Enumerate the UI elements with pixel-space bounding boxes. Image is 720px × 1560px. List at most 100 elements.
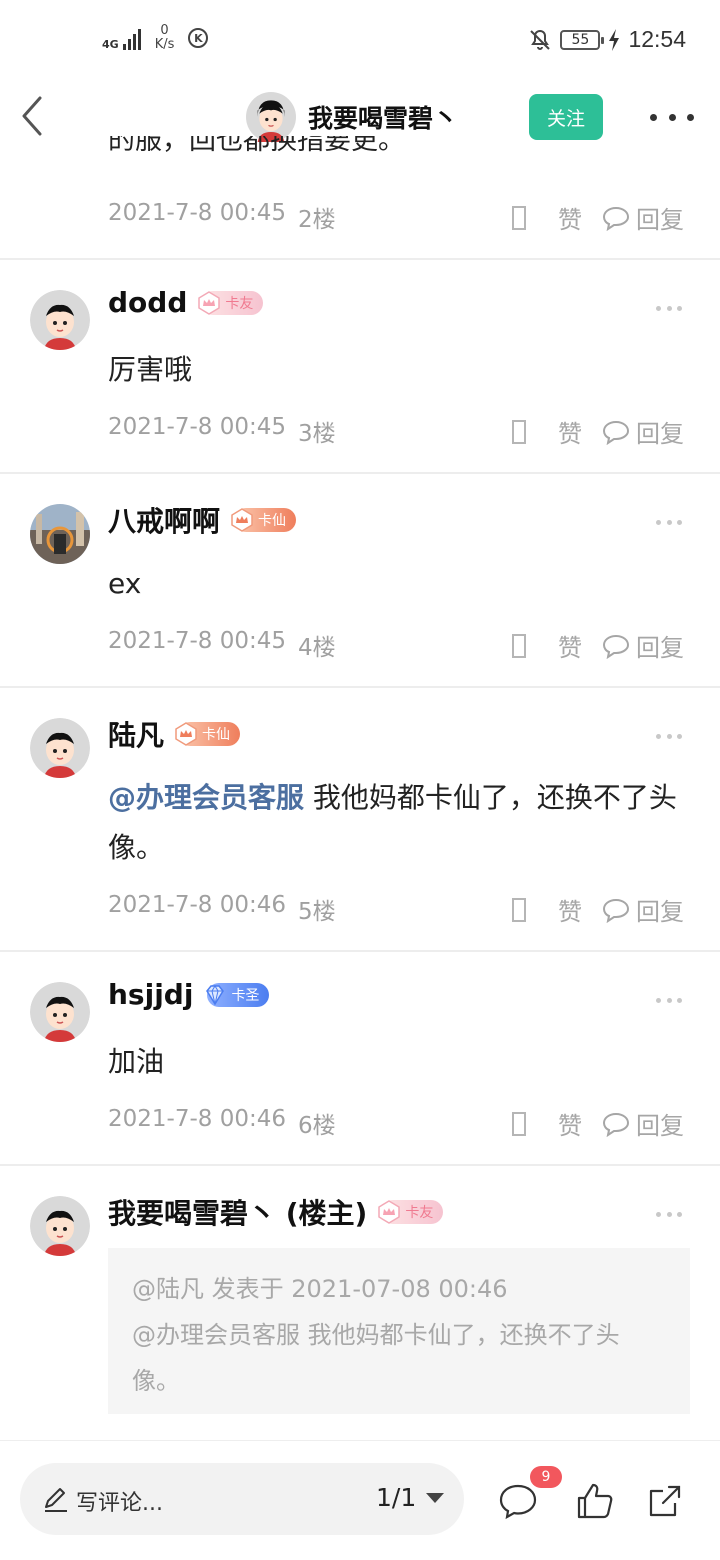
badge-label: 卡仙 <box>258 513 287 529</box>
comment-meta: 2021-7-8 00:45 3楼 <box>108 414 336 448</box>
status-left: 4G 0 K/s K <box>102 23 209 52</box>
like-button[interactable]: 赞 <box>558 414 582 449</box>
page-indicator: 1/1 <box>376 1483 417 1512</box>
comment-header: 陆凡 卡仙 <box>108 714 241 754</box>
mute-bell-icon <box>530 29 551 50</box>
comment-more-icon[interactable] <box>656 304 682 312</box>
diamond-icon <box>206 984 225 1005</box>
reply-button[interactable]: 回复 <box>636 892 684 927</box>
comment-date: 2021-7-8 00:45 <box>108 628 286 654</box>
status-right: 55 12:54 <box>528 26 686 53</box>
comment-body: 加油 <box>108 1045 165 1078</box>
reply-icon[interactable] <box>602 205 630 231</box>
comment-placeholder: 写评论... <box>76 1491 163 1516</box>
reply-icon[interactable] <box>602 633 630 659</box>
comment-header: hsjjdj 卡圣 <box>108 978 270 1011</box>
user-name[interactable]: hsjjdj <box>108 978 193 1011</box>
comment-more-icon[interactable] <box>656 1210 682 1218</box>
follow-button[interactable]: 关注 <box>529 94 603 140</box>
comment-date: 2021-7-8 00:46 <box>108 892 286 918</box>
comment-header: dodd 卡友 <box>108 286 264 319</box>
level-badge: 卡仙 <box>175 722 241 746</box>
comment-item: 2021-7-8 00:45 2楼 赞 回复 <box>0 156 720 260</box>
level-badge: 卡友 <box>198 290 264 315</box>
mention-link[interactable]: @办理会员客服 <box>108 781 304 814</box>
user-name[interactable]: 八戒啊啊 <box>108 500 220 540</box>
level-badge: 卡友 <box>378 1200 444 1224</box>
reply-icon[interactable] <box>602 419 630 445</box>
battery-icon: 55 <box>560 29 605 50</box>
more-icon[interactable] <box>650 104 694 130</box>
net-speed-unit: K/s <box>154 37 175 52</box>
comment-actions: 赞 回复 <box>512 414 684 449</box>
avatar[interactable] <box>30 982 90 1042</box>
comment-floor: 4楼 <box>298 635 336 661</box>
comment-date: 2021-7-8 00:45 <box>108 414 286 440</box>
comment-floor: 3楼 <box>298 421 336 447</box>
like-icon[interactable] <box>512 419 526 444</box>
avatar[interactable] <box>30 290 90 350</box>
level-badge: 卡仙 <box>231 508 297 532</box>
like-button[interactable]: 赞 <box>558 892 582 927</box>
reply-button[interactable]: 回复 <box>636 628 684 663</box>
badge-label: 卡友 <box>405 1205 434 1221</box>
comment-item: dodd 卡友 厉害哦 2021-7-8 00:45 3楼 赞 回复 <box>0 260 720 474</box>
crown-icon <box>378 1200 401 1224</box>
pencil-icon <box>45 1488 67 1512</box>
reply-button[interactable]: 回复 <box>636 414 684 449</box>
user-name[interactable]: 陆凡 <box>108 714 164 754</box>
like-button[interactable]: 赞 <box>558 628 582 663</box>
comment-actions: 赞 回复 <box>512 892 684 927</box>
user-name[interactable]: 我要喝雪碧丶 (楼主) <box>108 1192 367 1232</box>
crown-icon <box>198 290 221 315</box>
user-name[interactable]: dodd <box>108 286 187 319</box>
like-icon[interactable] <box>512 205 526 230</box>
comment-header: 我要喝雪碧丶 (楼主) 卡友 <box>108 1192 444 1232</box>
comment-floor: 6楼 <box>298 1113 336 1139</box>
avatar[interactable] <box>30 1196 90 1256</box>
like-icon[interactable] <box>512 897 526 922</box>
reply-button[interactable]: 回复 <box>636 1106 684 1141</box>
quote-body: @办理会员客服 我他妈都卡仙了，还换不了头像。 <box>132 1321 620 1395</box>
comment-date: 2021-7-8 00:45 <box>108 200 286 226</box>
like-icon[interactable] <box>512 1111 526 1136</box>
reply-icon[interactable] <box>602 897 630 923</box>
comment-more-icon[interactable] <box>656 996 682 1004</box>
page-selector[interactable]: 1/1 <box>376 1483 445 1512</box>
comment-body: 厉害哦 <box>108 353 193 386</box>
comment-meta: 2021-7-8 00:46 6楼 <box>108 1106 336 1140</box>
avatar[interactable] <box>30 718 90 778</box>
network-type: 4G <box>102 38 119 51</box>
comment-meta: 2021-7-8 00:45 4楼 <box>108 628 336 662</box>
page-title: 我要喝雪碧丶 <box>308 104 459 133</box>
comment-item: 陆凡 卡仙 @办理会员客服 我他妈都卡仙了，还换不了头像。 2021-7-8 0… <box>0 688 720 952</box>
like-icon[interactable] <box>512 633 526 658</box>
comment-actions: 赞 回复 <box>512 628 684 663</box>
comment-icon[interactable] <box>498 1481 538 1521</box>
avatar[interactable] <box>246 92 296 142</box>
crown-icon <box>175 722 197 746</box>
reply-icon[interactable] <box>602 1111 630 1137</box>
like-button[interactable]: 赞 <box>558 1106 582 1141</box>
back-icon[interactable] <box>16 94 56 138</box>
like-button[interactable]: 赞 <box>558 200 582 235</box>
comment-input[interactable]: 写评论... 1/1 <box>20 1463 464 1535</box>
reply-button[interactable]: 回复 <box>636 200 684 235</box>
net-speed-value: 0 <box>160 23 169 38</box>
quote-header: @陆凡 发表于 2021-07-08 00:46 <box>132 1275 508 1303</box>
comment-more-icon[interactable] <box>656 518 682 526</box>
nav-user[interactable]: 我要喝雪碧丶 <box>246 92 458 142</box>
quoted-comment[interactable]: @陆凡 发表于 2021-07-08 00:46 @办理会员客服 我他妈都卡仙了… <box>108 1248 690 1414</box>
comment-actions: 赞 回复 <box>512 200 684 235</box>
comment-header: 八戒啊啊 卡仙 <box>108 500 297 540</box>
comment-actions: 赞 回复 <box>512 1106 684 1141</box>
thumb-up-icon[interactable] <box>575 1481 615 1521</box>
avatar[interactable] <box>30 504 90 564</box>
comment-more-icon[interactable] <box>656 732 682 740</box>
level-badge: 卡圣 <box>206 982 270 1007</box>
caret-down-icon <box>426 1492 445 1503</box>
share-icon[interactable] <box>645 1481 685 1521</box>
crown-icon <box>231 508 253 532</box>
status-bar: 4G 0 K/s K 55 12:54 <box>0 0 720 80</box>
comment-meta: 2021-7-8 00:45 2楼 <box>108 200 336 234</box>
